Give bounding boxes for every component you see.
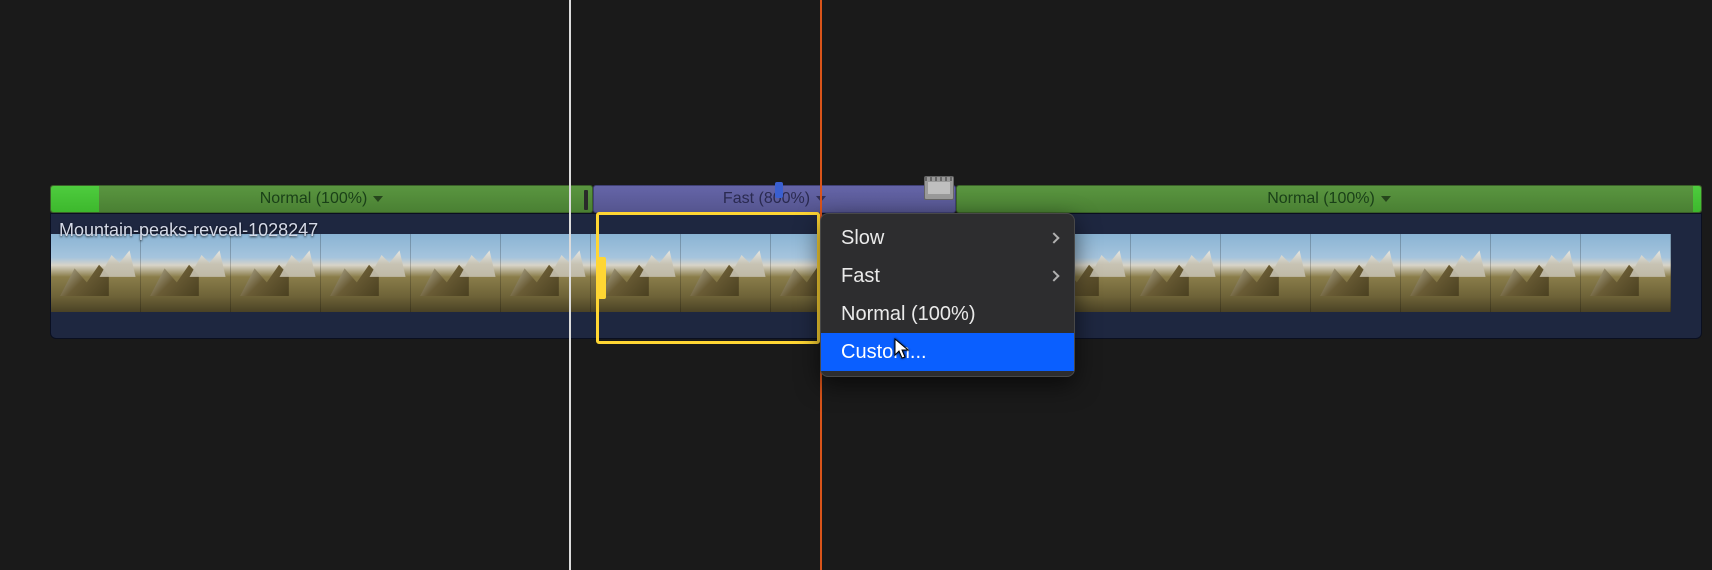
menu-item-custom[interactable]: Custom...	[821, 333, 1074, 371]
clip-name-label: Mountain-peaks-reveal-1028247	[59, 220, 318, 241]
speed-segment-label: Normal (100%)	[260, 190, 368, 208]
speed-transition-marker[interactable]	[775, 182, 783, 198]
speed-handle[interactable]	[1693, 186, 1701, 212]
speed-context-menu: Slow Fast Normal (100%) Custom...	[820, 213, 1075, 377]
speed-segment-label: Fast (800%)	[723, 190, 810, 208]
menu-item-fast[interactable]: Fast	[821, 257, 1074, 295]
speed-segment-normal-1[interactable]: Normal (100%)	[50, 185, 593, 213]
segment-edge-marker[interactable]	[584, 190, 588, 210]
menu-item-label: Slow	[841, 227, 884, 250]
speed-bar: Normal (100%) Fast (800%) Normal (100%)	[50, 185, 1702, 213]
chevron-right-icon	[1048, 270, 1059, 281]
menu-item-label: Normal (100%)	[841, 303, 975, 326]
retime-editor-icon[interactable]	[924, 176, 954, 200]
playhead[interactable]	[569, 0, 571, 570]
speed-segment-label: Normal (100%)	[1267, 190, 1375, 208]
speed-handle[interactable]	[51, 186, 99, 212]
chevron-down-icon	[1381, 196, 1391, 202]
menu-item-label: Fast	[841, 265, 880, 288]
speed-segment-normal-2[interactable]: Normal (100%)	[956, 185, 1702, 213]
chevron-right-icon	[1048, 232, 1059, 243]
chevron-down-icon	[373, 196, 383, 202]
menu-item-normal[interactable]: Normal (100%)	[821, 295, 1074, 333]
menu-item-label: Custom...	[841, 341, 927, 364]
menu-item-slow[interactable]: Slow	[821, 219, 1074, 257]
